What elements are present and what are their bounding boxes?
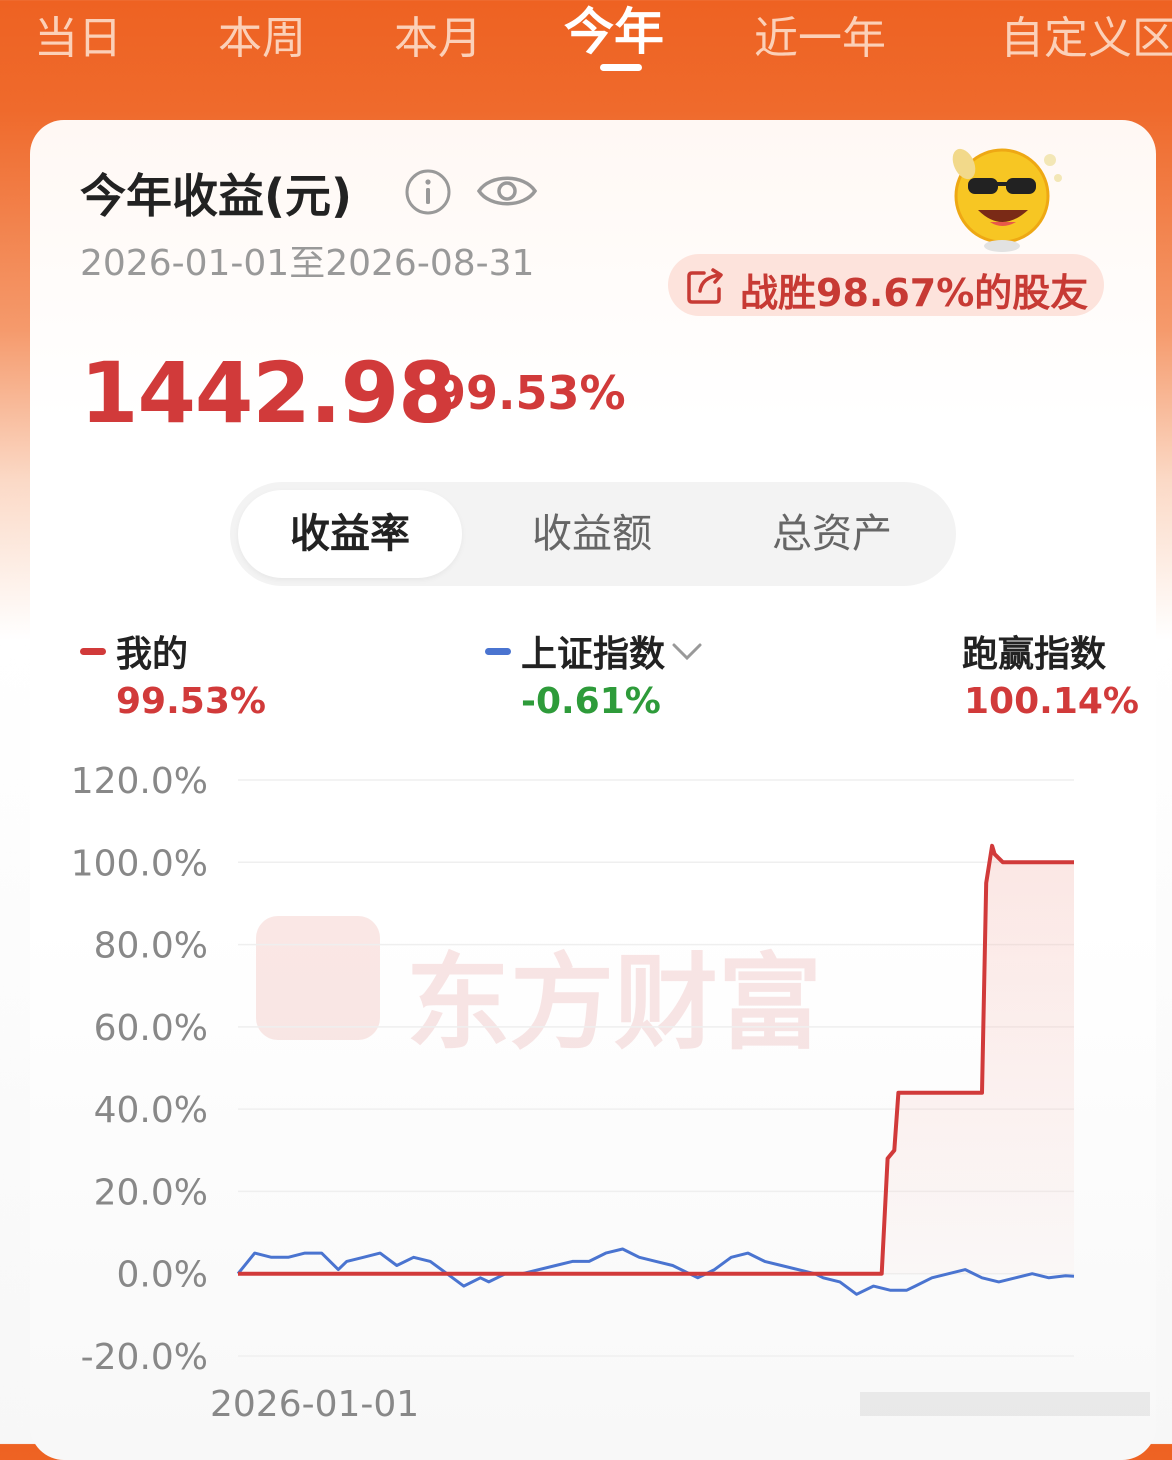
y-tick-label: 0.0% [117,1255,208,1296]
y-tick-label: 80.0% [94,926,208,967]
y-tick-label: 120.0% [71,761,208,802]
blurred-end-label [860,1392,1150,1416]
y-tick-label: 100.0% [71,843,208,884]
y-tick-label: -20.0% [81,1337,208,1378]
x-axis-start-label: 2026-01-01 [210,1384,419,1425]
y-tick-label: 40.0% [94,1090,208,1131]
y-axis-labels: 120.0% 100.0% 80.0% 60.0% 40.0% 20.0% 0.0% -20.… [71,761,208,1378]
y-tick-label: 60.0% [94,1008,208,1049]
series-mine-area [238,845,1074,1274]
return-chart: 120.0% 100.0% 80.0% 60.0% 40.0% 20.0% 0.0% -20.… [71,761,1075,1425]
y-tick-label: 20.0% [94,1172,208,1213]
